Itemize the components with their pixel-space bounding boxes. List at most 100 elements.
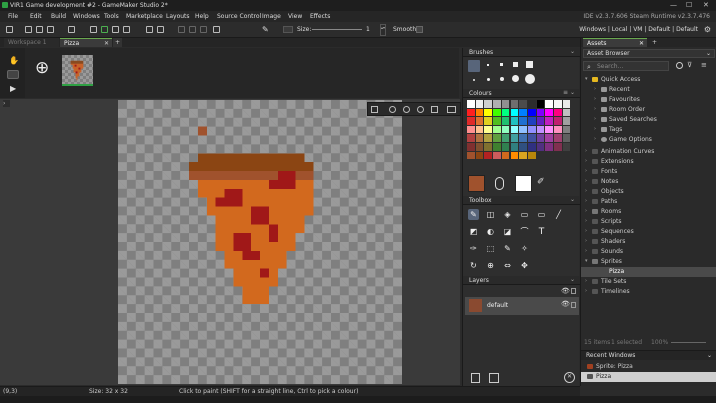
brush-5px[interactable] bbox=[513, 62, 518, 67]
delete-layer-icon[interactable]: ✕ bbox=[564, 372, 575, 383]
eyedropper-swap-icon[interactable]: ✐ bbox=[537, 177, 545, 187]
palette-swatch[interactable] bbox=[484, 108, 493, 117]
lock-all-icon[interactable] bbox=[571, 288, 576, 294]
palette-swatch[interactable] bbox=[554, 125, 562, 134]
palette-swatch[interactable] bbox=[536, 143, 545, 151]
palette-swatch[interactable] bbox=[467, 151, 475, 160]
primary-colour-swatch[interactable] bbox=[468, 175, 485, 192]
colours-menu-icon[interactable]: ≡ ⌄ bbox=[563, 89, 575, 96]
palette-swatch[interactable] bbox=[510, 100, 519, 108]
palette-swatch[interactable] bbox=[554, 100, 562, 108]
palette-swatch[interactable] bbox=[510, 134, 519, 142]
menu-layouts[interactable]: Layouts bbox=[166, 13, 190, 20]
palette-swatch[interactable] bbox=[484, 134, 493, 142]
menu-help[interactable]: Help bbox=[195, 13, 209, 20]
palette-swatch[interactable] bbox=[562, 143, 571, 151]
new-project-icon[interactable] bbox=[25, 26, 32, 33]
group-objects[interactable]: › Objects bbox=[581, 187, 716, 197]
group-extensions[interactable]: › Extensions bbox=[581, 157, 716, 167]
expand-panel-icon[interactable]: › bbox=[3, 100, 10, 107]
brush-round-2[interactable] bbox=[473, 79, 475, 81]
add-layer-icon[interactable] bbox=[471, 373, 480, 383]
palette-swatch[interactable] bbox=[536, 100, 545, 108]
brush-round-4[interactable] bbox=[500, 77, 504, 81]
close-tab-icon[interactable]: ✕ bbox=[104, 40, 109, 47]
color-picker-tool-icon[interactable]: ✑ bbox=[468, 243, 479, 254]
quick-item-saved-searches[interactable]: › Saved Searches bbox=[581, 115, 716, 125]
palette-swatch[interactable] bbox=[501, 143, 510, 151]
palette-swatch[interactable] bbox=[510, 143, 519, 151]
palette-swatch[interactable] bbox=[501, 100, 510, 108]
home-icon[interactable] bbox=[6, 26, 13, 33]
menu-build[interactable]: Build bbox=[51, 13, 66, 20]
zoom-fit-icon[interactable] bbox=[417, 106, 424, 113]
palette-swatch[interactable] bbox=[493, 108, 501, 117]
package-icon[interactable] bbox=[68, 26, 75, 33]
palette-swatch[interactable] bbox=[519, 143, 527, 151]
palette-swatch[interactable] bbox=[467, 143, 475, 151]
palette-swatch[interactable] bbox=[501, 117, 510, 125]
recent-item-pizza[interactable]: Pizza bbox=[581, 372, 716, 382]
palette-swatch[interactable] bbox=[510, 151, 519, 160]
palette-swatch[interactable] bbox=[475, 100, 484, 108]
palette-swatch[interactable] bbox=[545, 100, 553, 108]
menu-image[interactable]: Image bbox=[262, 13, 281, 20]
palette-swatch[interactable] bbox=[519, 134, 527, 142]
maximize-button[interactable]: ☐ bbox=[686, 1, 692, 9]
add-asset-icon[interactable] bbox=[676, 62, 683, 69]
filter-icon[interactable]: ⊽ bbox=[687, 61, 692, 69]
layer-lock-icon[interactable] bbox=[571, 302, 576, 308]
palette-swatch[interactable] bbox=[475, 117, 484, 125]
color-remove-tool-icon[interactable]: ▭ bbox=[519, 209, 530, 220]
brush-round-10[interactable] bbox=[525, 74, 535, 84]
group-timelines[interactable]: › Timelines bbox=[581, 287, 716, 297]
group-notes[interactable]: › Notes bbox=[581, 177, 716, 187]
palette-swatch[interactable] bbox=[527, 143, 536, 151]
curve-tool-icon[interactable]: ⌒ bbox=[519, 226, 530, 237]
layer-visibility-icon[interactable]: 👁 bbox=[561, 300, 570, 308]
palette-swatch[interactable] bbox=[554, 117, 562, 125]
fill-tool-icon[interactable]: ◈ bbox=[502, 209, 513, 220]
menu-source-control[interactable]: Source Control bbox=[217, 13, 261, 20]
brush-2px[interactable] bbox=[487, 64, 489, 66]
palette-swatch[interactable] bbox=[562, 100, 571, 108]
palette-swatch[interactable] bbox=[467, 108, 475, 117]
group-scripts[interactable]: › Scripts bbox=[581, 217, 716, 227]
group-paths[interactable]: › Paths bbox=[581, 197, 716, 207]
palette-swatch[interactable] bbox=[545, 117, 553, 125]
save-icon[interactable] bbox=[47, 26, 54, 33]
toolbox-chevron-icon[interactable]: ⌄ bbox=[570, 196, 575, 203]
magic-wand-tool-icon[interactable]: ✧ bbox=[519, 243, 530, 254]
layers-chevron-icon[interactable]: ⌄ bbox=[570, 276, 575, 283]
colours-header[interactable]: Colours ≡ ⌄ bbox=[463, 89, 580, 98]
game-options-icon[interactable] bbox=[146, 26, 153, 33]
size-stepper[interactable]: ▴▾ bbox=[380, 24, 386, 36]
menu-edit[interactable]: Edit bbox=[30, 13, 42, 20]
palette-swatch[interactable] bbox=[536, 134, 545, 142]
palette-swatch[interactable] bbox=[493, 125, 501, 134]
brushes-header[interactable]: Brushes ⌄ bbox=[463, 48, 580, 57]
palette-swatch[interactable] bbox=[493, 143, 501, 151]
palette-swatch[interactable] bbox=[501, 134, 510, 142]
move-tool-icon[interactable]: ✥ bbox=[519, 260, 530, 271]
stop-icon[interactable] bbox=[112, 26, 119, 33]
brush-round-7[interactable] bbox=[512, 75, 519, 82]
scale-tool-icon[interactable]: ⊕ bbox=[485, 260, 496, 271]
palette-swatch[interactable] bbox=[554, 143, 562, 151]
zoom-slider[interactable] bbox=[671, 342, 706, 343]
palette-swatch[interactable] bbox=[562, 134, 571, 142]
group-sequences[interactable]: › Sequences bbox=[581, 227, 716, 237]
recent-chevron-icon[interactable]: ⌄ bbox=[707, 352, 712, 359]
visibility-all-icon[interactable]: 👁 bbox=[561, 287, 570, 295]
add-folder-icon[interactable] bbox=[489, 373, 499, 383]
palette-swatch[interactable] bbox=[475, 125, 484, 134]
palette-swatch[interactable] bbox=[519, 117, 527, 125]
menu-effects[interactable]: Effects bbox=[310, 13, 330, 20]
group-fonts[interactable]: › Fonts bbox=[581, 167, 716, 177]
onion-skin-icon[interactable]: ✋ bbox=[9, 56, 19, 65]
palette-swatch[interactable] bbox=[519, 151, 527, 160]
palette-swatch[interactable] bbox=[527, 151, 536, 160]
palette-swatch[interactable] bbox=[467, 125, 475, 134]
palette-swatch[interactable] bbox=[562, 117, 571, 125]
rectangle-tool-icon[interactable]: ◩ bbox=[468, 226, 479, 237]
